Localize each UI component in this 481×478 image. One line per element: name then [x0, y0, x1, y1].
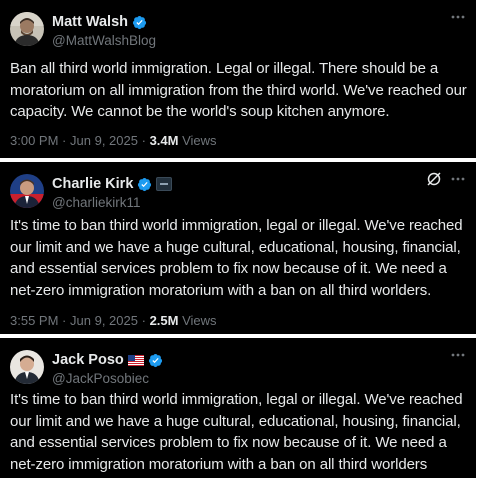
author-info: Charlie Kirk @charliekirk11 [52, 175, 173, 210]
author-info: Matt Walsh @MattWalshBlog [52, 13, 156, 48]
tweet-text: Ban all third world immigration. Legal o… [10, 60, 467, 120]
tweet-date[interactable]: Jun 9, 2025 [70, 133, 138, 148]
verified-badge-icon [148, 353, 163, 368]
avatar[interactable] [10, 12, 44, 46]
tweet-text: It's time to ban third world immigration… [10, 217, 463, 299]
grok-icon[interactable] [426, 171, 442, 187]
affiliate-badge-icon[interactable] [156, 177, 173, 191]
views-count: 3.4M [149, 133, 179, 148]
verified-badge-icon [132, 15, 147, 30]
tweet-time[interactable]: 3:00 PM [10, 133, 58, 148]
author-name[interactable]: Jack Poso [52, 352, 124, 368]
tweet-card[interactable]: Charlie Kirk @charliekirk11 It's time to… [0, 162, 476, 334]
tweet-date[interactable]: Jun 9, 2025 [70, 313, 138, 328]
author-name[interactable]: Charlie Kirk [52, 176, 133, 192]
tweet-meta: 3:00 PM · Jun 9, 2025 · 3.4M Views [10, 133, 217, 148]
tweet-card[interactable]: Jack Poso @JackPosobiec It's time to ban… [0, 338, 476, 478]
meta-separator: · [141, 133, 146, 148]
author-handle[interactable]: @charliekirk11 [52, 195, 172, 210]
author-handle[interactable]: @MattWalshBlog [52, 33, 156, 48]
tweet-text: It's time to ban third world immigration… [10, 391, 463, 473]
tweet-header: Jack Poso @JackPosobiec [10, 348, 466, 388]
us-flag-icon [127, 354, 144, 366]
tweet-time[interactable]: 3:55 PM [10, 313, 58, 328]
avatar[interactable] [10, 350, 44, 384]
tweet-card[interactable]: Matt Walsh @MattWalshBlog Ban all third … [0, 0, 476, 158]
views-count: 2.5M [149, 313, 179, 328]
meta-separator: · [62, 313, 67, 328]
author-name[interactable]: Matt Walsh [52, 14, 128, 30]
more-options-icon[interactable] [450, 12, 466, 22]
tweet-header: Matt Walsh @MattWalshBlog [10, 10, 466, 50]
tweet-meta: 3:55 PM · Jun 9, 2025 · 2.5M Views [10, 313, 217, 328]
meta-separator: · [141, 313, 146, 328]
views-label: Views [182, 313, 217, 328]
tweet-header: Charlie Kirk @charliekirk11 [10, 172, 466, 212]
meta-separator: · [62, 133, 67, 148]
more-options-icon[interactable] [450, 350, 466, 360]
author-handle[interactable]: @JackPosobiec [52, 371, 163, 386]
views-label: Views [182, 133, 217, 148]
more-options-icon[interactable] [450, 174, 466, 184]
author-info: Jack Poso @JackPosobiec [52, 351, 163, 386]
verified-badge-icon [137, 177, 152, 192]
avatar[interactable] [10, 174, 44, 208]
